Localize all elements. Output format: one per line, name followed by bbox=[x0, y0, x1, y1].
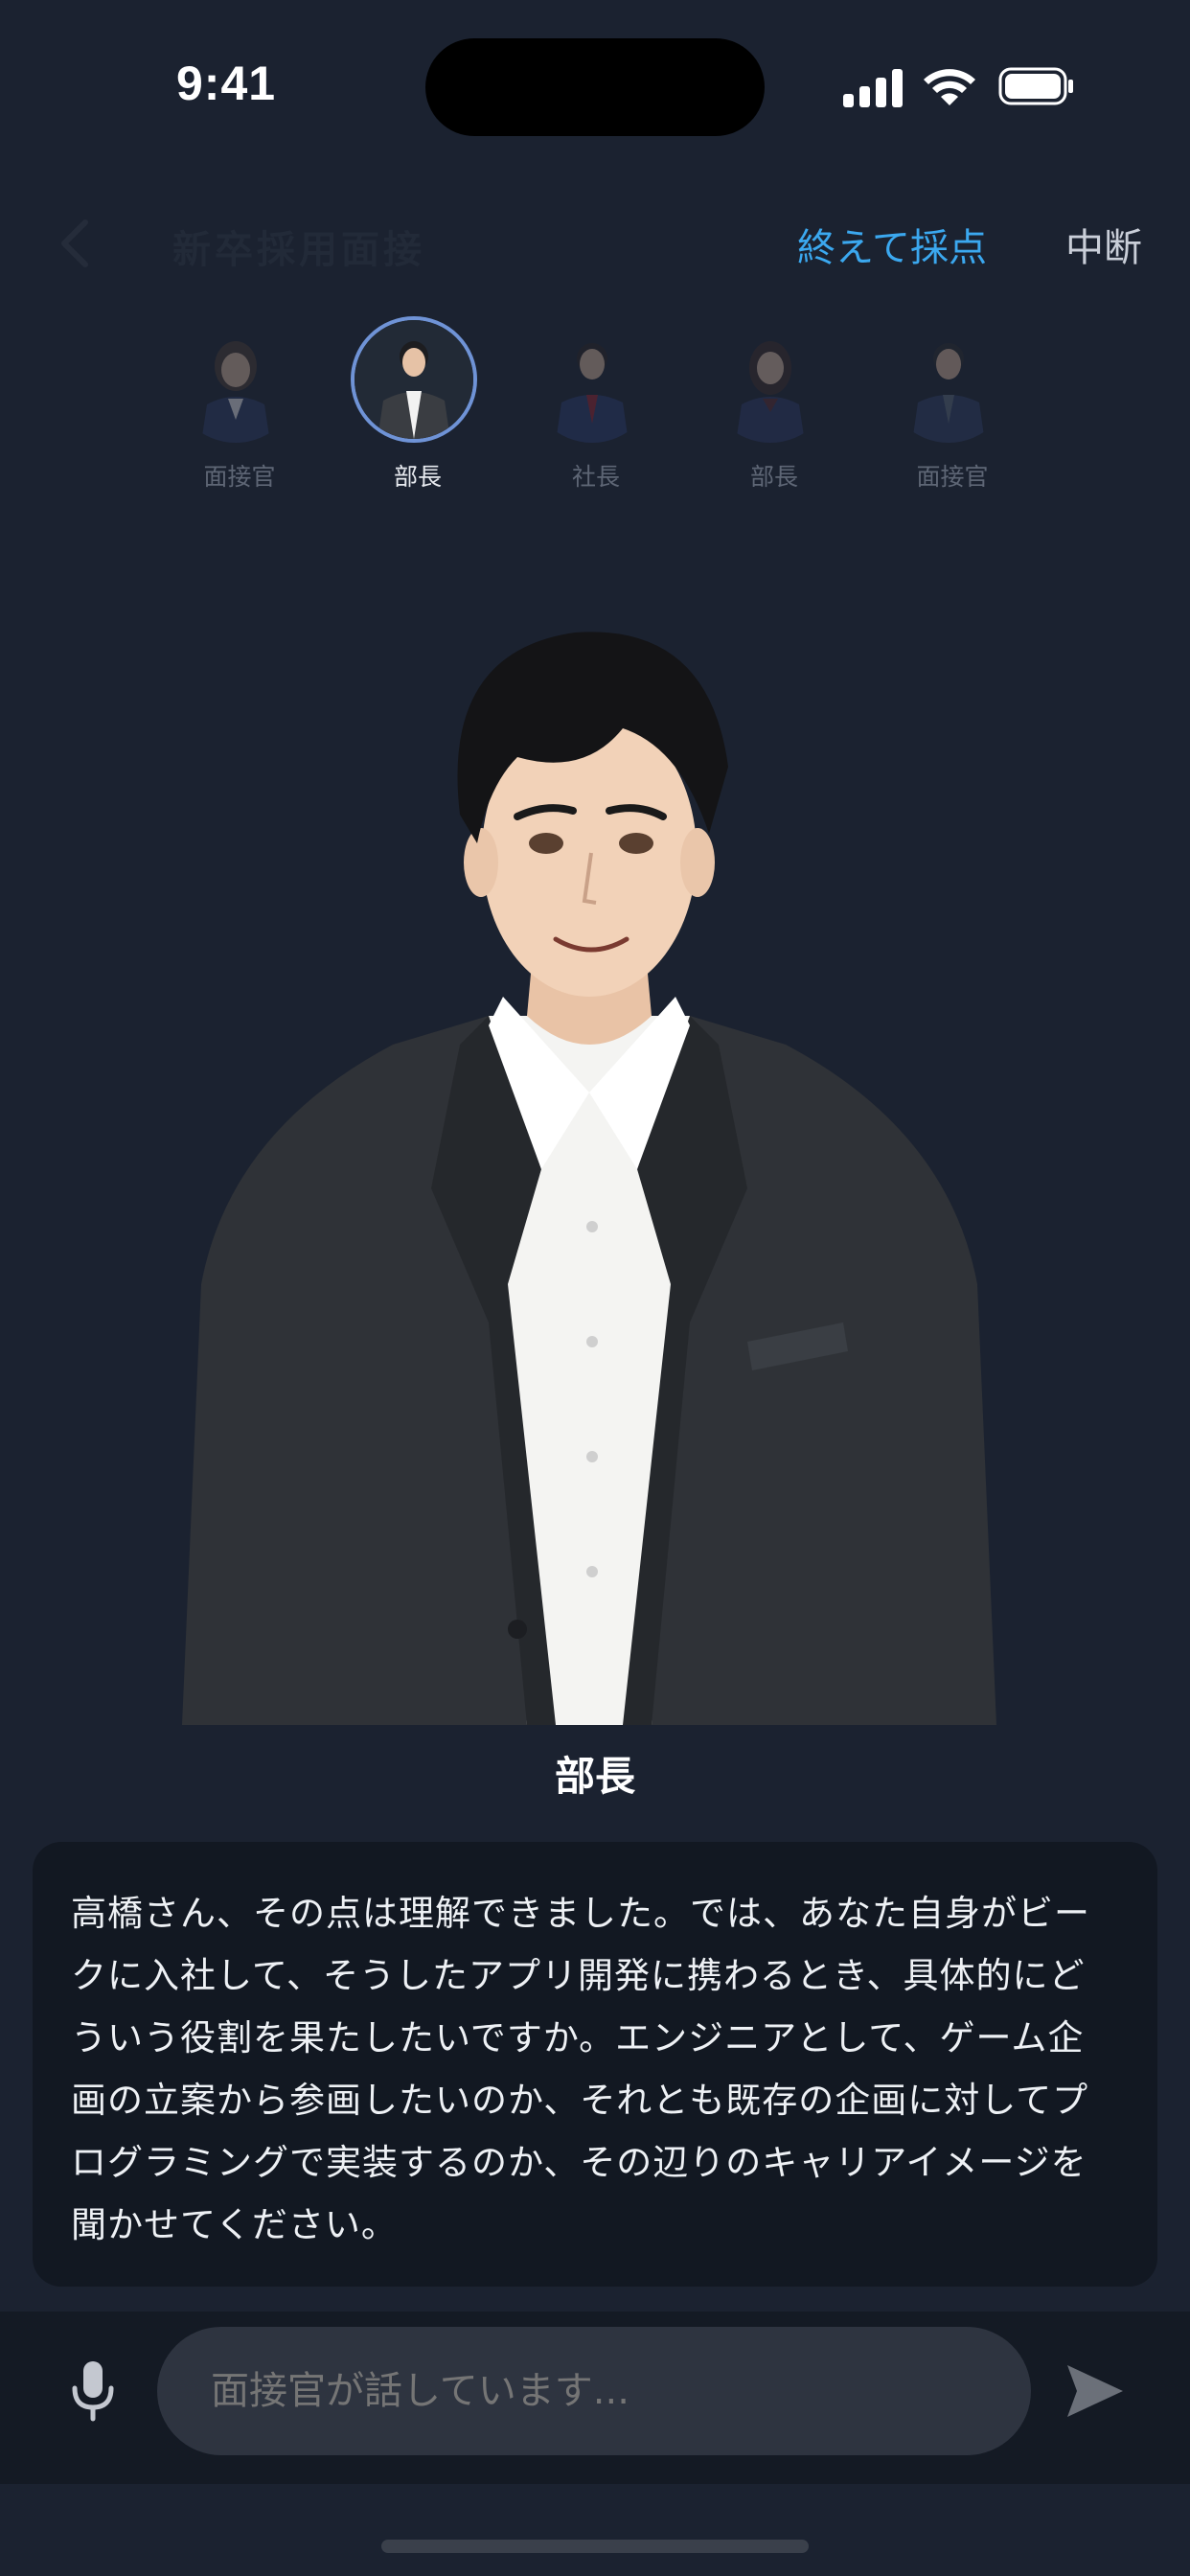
cellular-signal-icon bbox=[843, 67, 904, 107]
abort-button[interactable]: 中断 bbox=[1065, 217, 1142, 272]
avatar bbox=[172, 316, 299, 443]
send-icon[interactable] bbox=[1064, 2361, 1127, 2421]
interviewer-portrait bbox=[182, 632, 996, 1725]
avatar bbox=[351, 316, 477, 443]
page-title: 新卒採用面接 bbox=[172, 228, 425, 272]
avatar bbox=[707, 316, 834, 443]
dynamic-island bbox=[425, 38, 765, 136]
avatar bbox=[885, 316, 1012, 443]
avatar bbox=[529, 316, 655, 443]
status-time: 9:41 bbox=[176, 57, 277, 110]
status-bar: 9:41 bbox=[0, 0, 1190, 144]
interviewer-label: 面接官 bbox=[203, 463, 276, 491]
speaker-name: 部長 bbox=[554, 1753, 635, 1800]
message-card: 高橋さん、その点は理解できました。では、あなた自身がビークに入社して、そうしたア… bbox=[33, 1842, 1157, 2287]
input-bar bbox=[0, 2312, 1190, 2484]
nav-header: 新卒採用面接 終えて採点 中断 bbox=[0, 192, 1190, 297]
interviewer-label: 社長 bbox=[571, 463, 620, 491]
interviewer-avatar-item[interactable]: 面接官 bbox=[885, 316, 1019, 498]
interviewer-avatar-item[interactable]: 面接官 bbox=[172, 316, 307, 498]
wifi-icon bbox=[924, 69, 975, 105]
interviewer-avatar-item[interactable]: 部長 bbox=[707, 316, 841, 498]
message-input[interactable] bbox=[157, 2327, 1031, 2455]
interviewer-avatar-item[interactable]: 部長 bbox=[351, 316, 485, 498]
home-indicator bbox=[381, 2540, 809, 2553]
microphone-icon[interactable] bbox=[69, 2359, 117, 2423]
interviewer-label: 部長 bbox=[749, 463, 798, 491]
battery-icon bbox=[998, 67, 1073, 105]
interviewer-selector: 面接官 部長 社長 部長 面接官 bbox=[0, 316, 1190, 498]
interviewer-label: 面接官 bbox=[916, 463, 989, 491]
finish-and-score-button[interactable]: 終えて採点 bbox=[797, 217, 987, 272]
chevron-left-icon[interactable] bbox=[53, 215, 101, 272]
interviewer-label: 部長 bbox=[393, 463, 442, 491]
interviewer-avatar-item[interactable]: 社長 bbox=[529, 316, 663, 498]
interviewer-message: 高橋さん、その点は理解できました。では、あなた自身がビークに入社して、そうしたア… bbox=[71, 1893, 1090, 2245]
